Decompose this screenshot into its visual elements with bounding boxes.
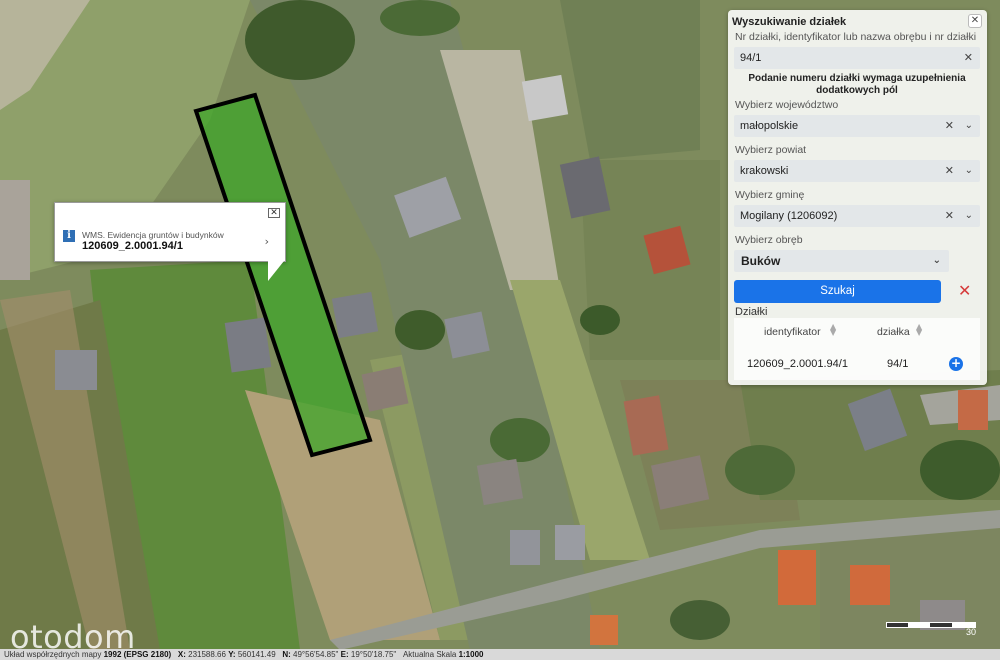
popup-parcel-id: 120609_2.0001.94/1 <box>82 240 183 252</box>
voivodeship-value: małopolskie <box>740 120 799 132</box>
chevron-right-icon[interactable]: › <box>265 235 269 248</box>
panel-title: Wyszukiwanie działek <box>732 16 847 28</box>
add-icon[interactable]: + <box>949 357 963 371</box>
source-label: Aktualna <box>402 650 435 659</box>
results-table: identyfikator ▲ ▼ działka ▲ ▼ 120609_2.000… <box>734 318 980 380</box>
x-value: 231588.66 <box>188 650 226 659</box>
chevron-down-icon[interactable]: ⌄ <box>965 115 973 137</box>
precinct-label: Wybierz obręb <box>735 234 803 246</box>
commune-label: Wybierz gminę <box>735 189 805 201</box>
query-value: 94/1 <box>740 52 762 64</box>
chevron-down-icon[interactable]: ⌄ <box>933 250 941 272</box>
x-label: X: <box>177 650 186 659</box>
query-input[interactable]: 94/1 ✕ <box>734 47 980 69</box>
query-label: Nr działki, identyfikator lub nazwa obrę… <box>735 31 977 43</box>
voivodeship-label: Wybierz województwo <box>735 99 839 111</box>
crs-value: 1992 (EPSG 2180) <box>103 650 172 659</box>
parcel-search-panel: Wyszukiwanie działek ✕ Nr działki, ident… <box>728 10 987 385</box>
commune-value: Mogilany (1206092) <box>740 210 838 222</box>
sort-icon[interactable]: ▲ ▼ <box>830 323 836 337</box>
status-bar: Układ współrzędnych mapy 1992 (EPSG 2180… <box>0 649 1000 660</box>
clear-icon[interactable]: ✕ <box>964 47 973 69</box>
voivodeship-select[interactable]: małopolskie ✕ ⌄ <box>734 115 980 137</box>
results-title: Działki <box>735 306 768 318</box>
county-value: krakowski <box>740 165 789 177</box>
y-value: 560141.49 <box>237 650 276 659</box>
column-header-dzialka[interactable]: działka <box>877 326 910 338</box>
scale-bar-label: 30 <box>966 627 977 637</box>
n-label: N: <box>282 650 291 659</box>
result-parcel-number: 94/1 <box>887 358 909 370</box>
clear-icon[interactable]: ✕ <box>945 160 954 182</box>
e-value: 19°50'18.75" <box>350 650 397 659</box>
precinct-select[interactable]: Buków ⌄ <box>734 250 949 272</box>
county-select[interactable]: krakowski ✕ ⌄ <box>734 160 980 182</box>
sort-icon[interactable]: ▲ ▼ <box>916 323 922 337</box>
column-header-identyfikator[interactable]: identyfikator <box>764 326 821 338</box>
n-value: 49°56'54.85" <box>293 650 339 659</box>
e-label: E: <box>340 650 349 659</box>
reset-icon[interactable]: ✕ <box>958 281 971 300</box>
scale-bar <box>886 622 976 628</box>
clear-icon[interactable]: ✕ <box>945 115 954 137</box>
parcel-info-popup: ✕ i WMS. Ewidencja gruntów i budynków 12… <box>54 202 286 262</box>
popup-source-label: WMS. Ewidencja gruntów i budynków <box>82 230 224 240</box>
close-icon[interactable]: ✕ <box>268 208 280 218</box>
scale-value: 1:1000 <box>458 650 484 659</box>
chevron-down-icon[interactable]: ⌄ <box>965 160 973 182</box>
popup-pointer <box>268 261 284 281</box>
query-note: Podanie numeru działki wymaga uzupełnien… <box>748 73 966 96</box>
commune-select[interactable]: Mogilany (1206092) ✕ ⌄ <box>734 205 980 227</box>
panel-close-icon[interactable]: ✕ <box>968 14 982 28</box>
crs-label: Układ współrzędnych mapy <box>4 650 102 659</box>
chevron-down-icon[interactable]: ⌄ <box>965 205 973 227</box>
result-identifier[interactable]: 120609_2.0001.94/1 <box>747 358 848 370</box>
county-label: Wybierz powiat <box>735 144 807 156</box>
info-icon: i <box>63 230 75 242</box>
clear-icon[interactable]: ✕ <box>945 205 954 227</box>
search-button[interactable]: Szukaj <box>734 280 941 303</box>
scale-label: Skala <box>436 650 457 659</box>
y-label: Y: <box>228 650 236 659</box>
precinct-value: Buków <box>741 254 781 268</box>
